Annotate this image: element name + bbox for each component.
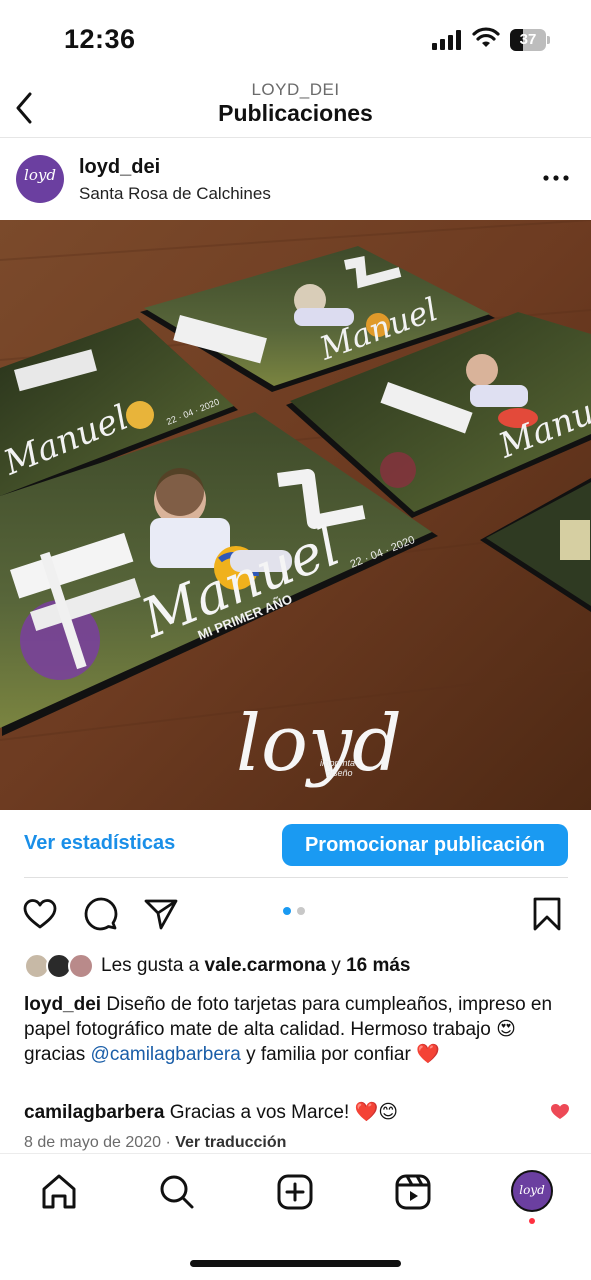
share-send-icon[interactable]	[143, 896, 179, 932]
comment-like-heart-icon[interactable]	[550, 1102, 570, 1120]
notification-dot	[529, 1218, 535, 1224]
post-action-bar	[0, 890, 591, 940]
carousel-dot	[297, 907, 305, 915]
comment-emojis: ❤️😊	[354, 1102, 398, 1123]
more-options-icon[interactable]	[543, 168, 569, 188]
wifi-icon	[472, 27, 500, 47]
loyd-logo-text: loyd	[236, 699, 402, 789]
bottom-navigation: loyd	[0, 1153, 591, 1280]
profile-avatar-tab[interactable]: loyd	[511, 1170, 553, 1212]
caption-mention[interactable]: @camilagbarbera	[91, 1044, 241, 1065]
likes-prefix: Les gusta a	[101, 955, 200, 976]
comment-text: Gracias a vos Marce!	[169, 1102, 350, 1123]
likes-summary[interactable]: Les gusta a vale.carmona y 16 más	[24, 953, 584, 981]
post-header: loyd loyd_dei Santa Rosa de Calchines	[0, 140, 591, 220]
caption-emoji-2: ❤️	[416, 1044, 440, 1065]
header-username: LOYD_DEI	[251, 80, 340, 99]
meta-separator: ·	[165, 1134, 171, 1151]
post-image[interactable]: Manuel 22 · 04 · 2020 Manuel Manuel Manu…	[0, 220, 591, 810]
likes-user[interactable]: vale.carmona	[205, 955, 326, 976]
avatar-logo-text: loyd	[24, 166, 56, 184]
create-post-icon[interactable]	[275, 1172, 315, 1212]
status-bar: 12:36 37	[0, 0, 591, 78]
promote-post-button[interactable]: Promocionar publicación	[282, 824, 568, 866]
search-icon[interactable]	[157, 1172, 197, 1212]
reels-icon[interactable]	[393, 1172, 433, 1212]
comment-username[interactable]: camilagbarbera	[24, 1102, 164, 1123]
home-indicator[interactable]	[190, 1260, 401, 1267]
likes-connector: y	[331, 955, 341, 976]
post-caption: loyd_dei Diseño de foto tarjetas para cu…	[24, 992, 572, 1067]
see-translation-link[interactable]: Ver traducción	[175, 1134, 286, 1151]
carousel-dot-active	[283, 907, 291, 915]
battery-icon: 37	[510, 29, 550, 51]
status-time: 12:36	[64, 24, 136, 54]
caption-text-1: Diseño de foto tarjetas para cumpleaños,…	[24, 994, 553, 1040]
post-image-illustration: Manuel 22 · 04 · 2020 Manuel Manuel Manu…	[0, 220, 591, 810]
comment-icon[interactable]	[82, 896, 118, 932]
liker-avatar	[68, 953, 94, 979]
profile-avatar-text: loyd	[519, 1183, 545, 1197]
loyd-logo-tagline-2: diseño	[326, 768, 353, 778]
post-username[interactable]: loyd_dei	[79, 156, 160, 179]
post-date: 8 de mayo de 2020	[24, 1134, 161, 1151]
loyd-logo: loyd imprenta diseño	[236, 699, 402, 789]
insights-row: Ver estadísticas Promocionar publicación	[0, 812, 591, 878]
loyd-logo-tagline-1: imprenta	[320, 758, 355, 768]
cellular-signal-icon	[432, 30, 461, 50]
caption-emoji-1: 😍	[496, 1019, 516, 1040]
view-insights-link[interactable]: Ver estadísticas	[24, 832, 175, 855]
carousel-indicator	[283, 907, 309, 917]
home-icon[interactable]	[39, 1172, 79, 1212]
divider	[24, 877, 568, 878]
caption-username[interactable]: loyd_dei	[24, 994, 101, 1015]
battery-percentage: 37	[519, 31, 537, 48]
like-heart-icon[interactable]	[22, 896, 58, 932]
page-title: Publicaciones	[218, 100, 373, 126]
likes-others[interactable]: 16 más	[346, 955, 410, 976]
save-bookmark-icon[interactable]	[529, 896, 565, 932]
post-meta: 8 de mayo de 2020 · Ver traducción	[24, 1134, 286, 1152]
comment: camilagbarbera Gracias a vos Marce! ❤️😊	[24, 1100, 544, 1125]
caption-text-3: y familia por confiar	[246, 1044, 411, 1065]
likes-text: Les gusta a vale.carmona y 16 más	[101, 955, 411, 977]
post-location[interactable]: Santa Rosa de Calchines	[79, 184, 271, 204]
caption-text-2: gracias	[24, 1044, 86, 1065]
page-header: LOYD_DEI Publicaciones	[0, 78, 591, 138]
avatar[interactable]: loyd	[16, 155, 64, 203]
